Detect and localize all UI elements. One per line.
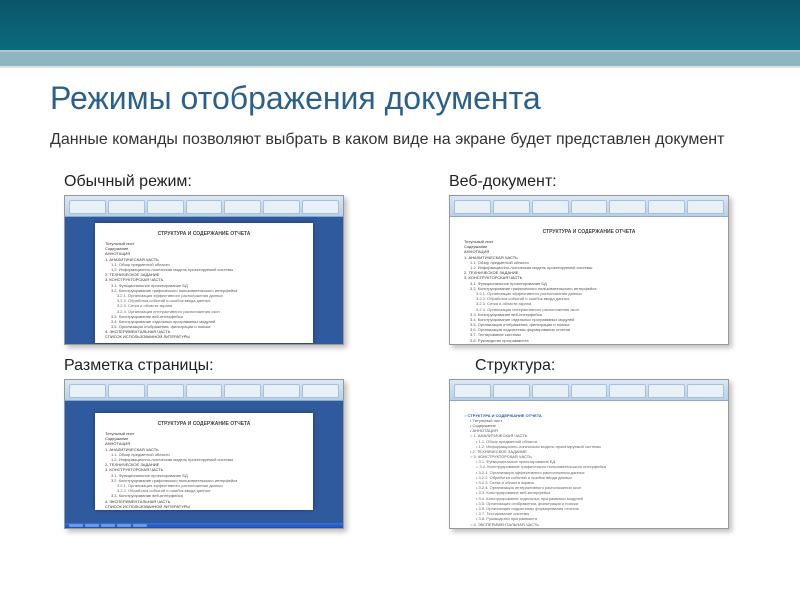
mode-web: Веб-документ: СТРУКТУРА И СОДЕРЖАНИЕ ОТЧ… xyxy=(435,169,760,345)
doc-page: ○ СТРУКТУРА И СОДЕРЖАНИЕ ОТЧЕТА • Титуль… xyxy=(456,407,722,529)
mode-layout-thumb: СТРУКТУРА И СОДЕРЖАНИЕ ОТЧЕТА Титульный … xyxy=(64,379,344,529)
doc-page: СТРУКТУРА И СОДЕРЖАНИЕ ОТЧЕТА Титульный … xyxy=(456,223,722,345)
mode-outline: Структура: ○ СТРУКТУРА И СОДЕРЖАНИЕ ОТЧЕ… xyxy=(435,353,760,529)
mode-web-label: Веб-документ: xyxy=(449,173,760,191)
slide-title: Режимы отображения документа xyxy=(50,80,760,117)
doc-heading: СТРУКТУРА И СОДЕРЖАНИЕ ОТЧЕТА xyxy=(105,421,303,428)
doc-page: СТРУКТУРА И СОДЕРЖАНИЕ ОТЧЕТА Титульный … xyxy=(95,223,313,343)
modes-grid: Обычный режим: СТРУКТУРА И СОДЕРЖАНИЕ ОТ… xyxy=(50,169,760,529)
slide-header-band xyxy=(0,0,800,54)
doc-area: СТРУКТУРА И СОДЕРЖАНИЕ ОТЧЕТА Титульный … xyxy=(65,401,343,523)
doc-area: СТРУКТУРА И СОДЕРЖАНИЕ ОТЧЕТА Титульный … xyxy=(450,217,728,345)
ribbon xyxy=(65,380,343,401)
doc-page: СТРУКТУРА И СОДЕРЖАНИЕ ОТЧЕТА Титульный … xyxy=(95,413,313,510)
mode-normal: Обычный режим: СТРУКТУРА И СОДЕРЖАНИЕ ОТ… xyxy=(50,169,375,345)
ribbon xyxy=(450,196,728,217)
mode-layout-label: Разметка страницы: xyxy=(64,357,375,375)
slide-subtitle: Данные команды позволяют выбрать в каком… xyxy=(50,129,760,151)
ribbon xyxy=(450,380,728,401)
doc-area: СТРУКТУРА И СОДЕРЖАНИЕ ОТЧЕТА Титульный … xyxy=(65,217,343,345)
mode-normal-label: Обычный режим: xyxy=(64,173,375,191)
mode-layout: Разметка страницы: СТРУКТУРА И СОДЕРЖАНИ… xyxy=(50,353,375,529)
ribbon xyxy=(65,196,343,217)
mode-web-thumb: СТРУКТУРА И СОДЕРЖАНИЕ ОТЧЕТА Титульный … xyxy=(449,195,729,345)
mode-outline-label: Структура: xyxy=(475,357,760,375)
taskbar xyxy=(65,523,343,528)
slide-content: Режимы отображения документа Данные кома… xyxy=(0,54,800,529)
mode-outline-thumb: ○ СТРУКТУРА И СОДЕРЖАНИЕ ОТЧЕТА • Титуль… xyxy=(449,379,729,529)
doc-heading: СТРУКТУРА И СОДЕРЖАНИЕ ОТЧЕТА xyxy=(105,231,303,238)
doc-heading: СТРУКТУРА И СОДЕРЖАНИЕ ОТЧЕТА xyxy=(464,229,714,236)
doc-area: ○ СТРУКТУРА И СОДЕРЖАНИЕ ОТЧЕТА • Титуль… xyxy=(450,401,728,529)
mode-normal-thumb: СТРУКТУРА И СОДЕРЖАНИЕ ОТЧЕТА Титульный … xyxy=(64,195,344,345)
